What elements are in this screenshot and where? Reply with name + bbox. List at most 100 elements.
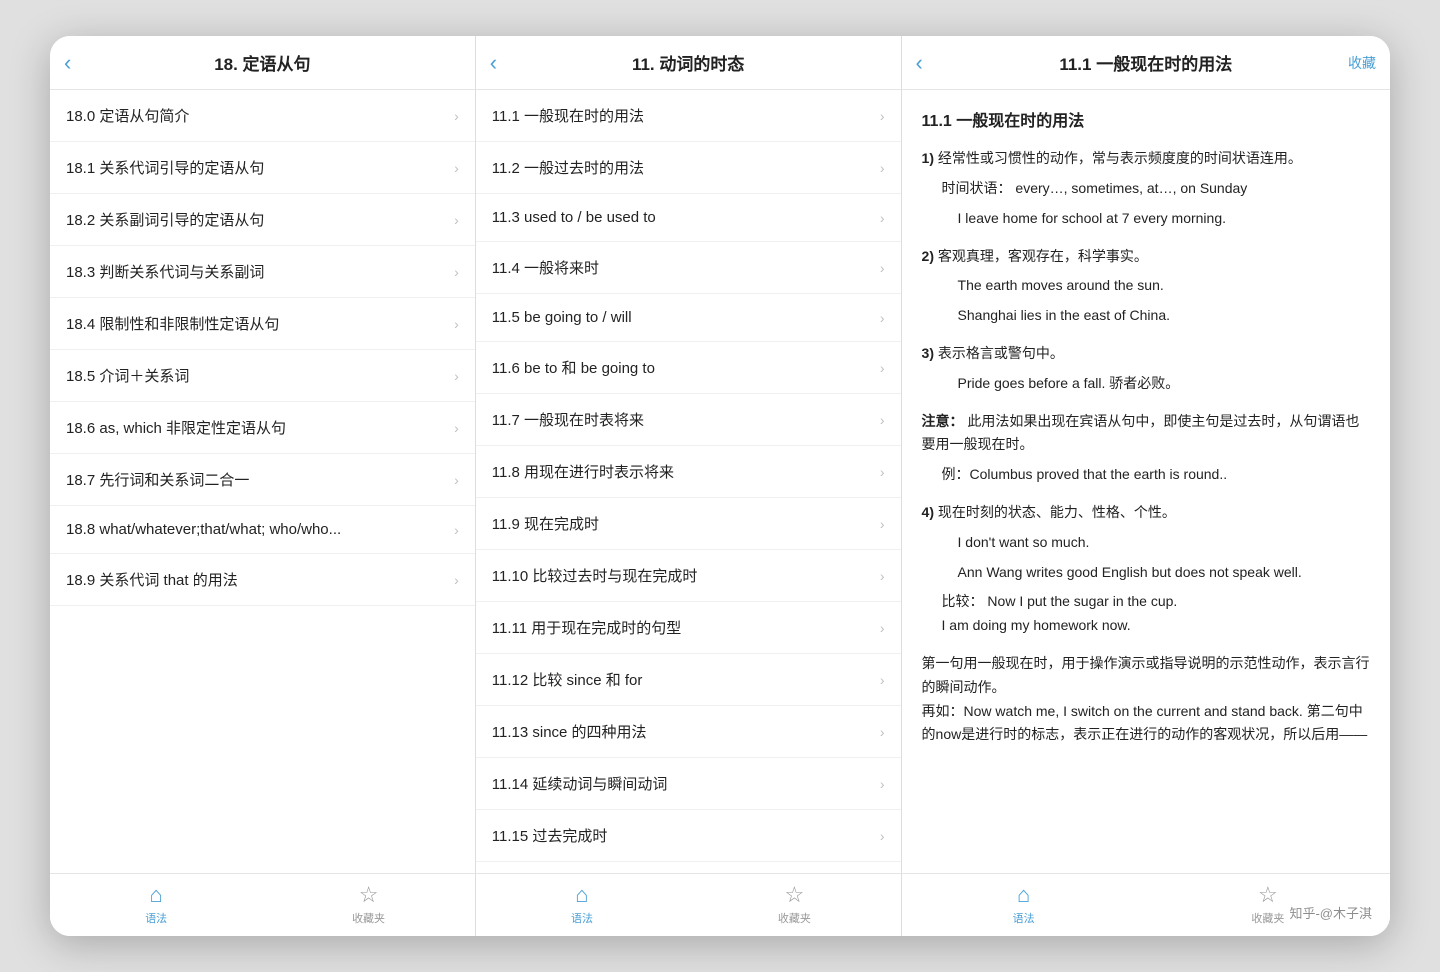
tab-icon: ☆ [784, 882, 804, 908]
item-label: 18.0 定语从句简介 [66, 105, 446, 126]
section-main: 表示格言或警句中。 [938, 345, 1064, 361]
chevron-icon: › [880, 310, 885, 326]
chevron-icon: › [880, 620, 885, 636]
content-section: 3) 表示格言或警句中。Pride goes before a fall. 骄者… [922, 342, 1370, 396]
panel2-back-button[interactable]: ‹ [490, 52, 497, 74]
device-frame: ‹ 18. 定语从句 18.0 定语从句简介 › 18.1 关系代词引导的定语从句 ›… [50, 36, 1390, 936]
tab-icon: ⌂ [150, 882, 163, 908]
section-example: Pride goes before a fall. 骄者必败。 [958, 372, 1370, 396]
tab-label: 收藏夹 [1251, 910, 1284, 926]
tab-label: 语法 [1013, 910, 1035, 926]
list-item[interactable]: 11.3 used to / be used to› [476, 194, 901, 242]
list-item[interactable]: 18.9 关系代词 that 的用法› [50, 554, 475, 606]
section-example: I don't want so much. [958, 531, 1370, 555]
list-item[interactable]: 18.0 定语从句简介 › [50, 90, 475, 142]
panel3-collect-button[interactable]: 收藏 [1348, 53, 1376, 73]
chevron-icon: › [880, 360, 885, 376]
panel1-back-button[interactable]: ‹ [64, 52, 71, 74]
list-item[interactable]: 11.9 现在完成时 › [476, 498, 901, 550]
tab-label: 语法 [571, 910, 593, 926]
item-label: 18.2 关系副词引导的定语从句 [66, 209, 446, 230]
panel1-header: ‹ 18. 定语从句 [50, 36, 475, 90]
chevron-icon: › [880, 568, 885, 584]
tab-item[interactable]: ☆ 收藏夹 [1238, 882, 1298, 926]
panel2-title: 11. 动词的时态 [632, 50, 744, 75]
section-example: Ann Wang writes good English but does no… [958, 561, 1370, 585]
content-section: 2) 客观真理，客观存在，科学事实。The earth moves around… [922, 245, 1370, 328]
chevron-icon: › [454, 368, 459, 384]
list-item[interactable]: 11.12 比较 since 和 for› [476, 654, 901, 706]
panel-1: ‹ 18. 定语从句 18.0 定语从句简介 › 18.1 关系代词引导的定语从句 ›… [50, 36, 476, 936]
list-item[interactable]: 11.15 过去完成时› [476, 810, 901, 862]
section-number: 1) [922, 150, 938, 166]
panel-2: ‹ 11. 动词的时态 11.1 一般现在时的用法›11.2 一般过去时的用法›… [476, 36, 902, 936]
list-item[interactable]: 18.2 关系副词引导的定语从句› [50, 194, 475, 246]
chevron-icon: › [454, 316, 459, 332]
list-item[interactable]: 11.8 用现在进行时表示将来› [476, 446, 901, 498]
list-item[interactable]: 18.6 as, which 非限定性定语从句› [50, 402, 475, 454]
chevron-icon: › [880, 260, 885, 276]
item-label: 11.3 used to / be used to [492, 209, 872, 226]
tab-item[interactable]: ⌂语法 [994, 882, 1054, 926]
content-section: 第一句用一般现在时，用于操作演示或指导说明的示范性动作，表示言行的瞬间动作。 再… [922, 652, 1370, 747]
item-label: 11.13 since 的四种用法 [492, 721, 872, 742]
list-item[interactable]: 11.5 be going to / will› [476, 294, 901, 342]
item-label: 18.7 先行词和关系词二合一 [66, 469, 446, 490]
tab-icon: ☆ [359, 882, 379, 908]
content-heading: 11.1 一般现在时的用法 [922, 108, 1370, 135]
list-item[interactable]: 18.8 what/whatever;that/what; who/who...… [50, 506, 475, 554]
list-item[interactable]: 11.14 延续动词与瞬间动词› [476, 758, 901, 810]
list-item[interactable]: 18.7 先行词和关系词二合一› [50, 454, 475, 506]
item-label: 11.2 一般过去时的用法 [492, 157, 872, 178]
item-label: 11.6 be to 和 be going to [492, 357, 872, 378]
section-example: Shanghai lies in the east of China. [958, 304, 1370, 328]
tab-item[interactable]: ⌂ 语法 [126, 882, 186, 926]
item-label: 11.14 延续动词与瞬间动词 [492, 773, 872, 794]
panel2-header: ‹ 11. 动词的时态 [476, 36, 901, 90]
panel1-tab-bar: ⌂ 语法 ☆收藏夹 [50, 873, 475, 936]
item-label: 11.4 一般将来时 [492, 257, 872, 278]
section-sub: 例：Columbus proved that the earth is roun… [942, 463, 1370, 487]
list-item[interactable]: 18.4 限制性和非限制性定语从句 › [50, 298, 475, 350]
section-example: I leave home for school at 7 every morni… [958, 207, 1370, 231]
chevron-icon: › [880, 516, 885, 532]
list-item[interactable]: 11.7 一般现在时表将来› [476, 394, 901, 446]
tab-item[interactable]: ☆收藏夹 [339, 882, 399, 926]
chevron-icon: › [454, 420, 459, 436]
item-label: 18.9 关系代词 that 的用法 [66, 569, 446, 590]
list-item[interactable]: 11.6 be to 和 be going to › [476, 342, 901, 394]
tab-item[interactable]: ☆ 收藏夹 [764, 882, 824, 926]
item-label: 11.15 过去完成时 [492, 825, 872, 846]
chevron-icon: › [880, 412, 885, 428]
panel3-back-button[interactable]: ‹ [916, 52, 923, 74]
tab-item[interactable]: ⌂语法 [552, 882, 612, 926]
item-label: 18.3 判断关系代词与关系副词 [66, 261, 446, 282]
section-main: 现在时刻的状态、能力、性格、个性。 [938, 504, 1176, 520]
list-item[interactable]: 11.2 一般过去时的用法› [476, 142, 901, 194]
list-item[interactable]: 18.5 介词＋关系词› [50, 350, 475, 402]
section-sub: 时间状语： every…, sometimes, at…, on Sunday [942, 177, 1370, 201]
list-item[interactable]: 11.13 since 的四种用法› [476, 706, 901, 758]
list-item[interactable]: 11.11 用于现在完成时的句型› [476, 602, 901, 654]
section-main: 此用法如果出现在宾语从句中，即使主句是过去时，从句谓语也要用一般现在时。 [922, 413, 1360, 453]
item-label: 18.1 关系代词引导的定语从句 [66, 157, 446, 178]
item-label: 11.9 现在完成时 [492, 513, 872, 534]
list-item[interactable]: 11.1 一般现在时的用法› [476, 90, 901, 142]
list-item[interactable]: 11.10 比较过去时与现在完成时› [476, 550, 901, 602]
tab-label: 收藏夹 [778, 910, 811, 926]
list-item[interactable]: 11.4 一般将来时 › [476, 242, 901, 294]
chevron-icon: › [454, 160, 459, 176]
list-item[interactable]: 18.1 关系代词引导的定语从句 › [50, 142, 475, 194]
chevron-icon: › [454, 264, 459, 280]
section-main: 经常性或习惯性的动作，常与表示频度度的时间状语连用。 [938, 150, 1302, 166]
chevron-icon: › [454, 108, 459, 124]
section-number: 注意： [922, 413, 968, 429]
tab-icon: ☆ [1258, 882, 1278, 908]
section-main: 第一句用一般现在时，用于操作演示或指导说明的示范性动作，表示言行的瞬间动作。 再… [922, 652, 1370, 747]
tab-label: 语法 [145, 910, 167, 926]
list-item[interactable]: 18.3 判断关系代词与关系副词 › [50, 246, 475, 298]
panel3-header: ‹ 11.1 一般现在时的用法 收藏 [902, 36, 1390, 90]
item-label: 18.8 what/whatever;that/what; who/who... [66, 521, 446, 538]
item-label: 18.4 限制性和非限制性定语从句 [66, 313, 446, 334]
chevron-icon: › [880, 464, 885, 480]
